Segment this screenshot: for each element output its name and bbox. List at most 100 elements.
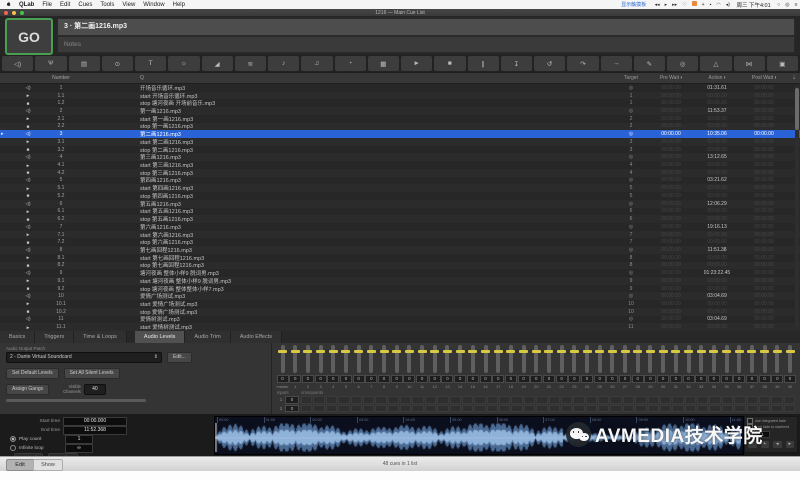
cue-row-5.1[interactable]: ►5.1start 第四画1216.mp3500:00.0000:00.0000… — [0, 184, 800, 192]
crosspoint-cell[interactable] — [610, 405, 621, 413]
fader-channel-13[interactable]: 013 — [442, 345, 453, 389]
cue-row-10.1[interactable]: ►10.1start 爱情广场测试.mp31000:00.0000:00.000… — [0, 300, 800, 308]
toolbar-fade-cue-button[interactable]: ◢ — [202, 56, 233, 71]
fader-channel-18[interactable]: 018 — [505, 345, 516, 389]
fader-handle[interactable] — [278, 350, 287, 353]
cue-row-9[interactable]: ◁)9塘河夜画 整体小样9 脱词男.mp3◎00:00.0001:23:22.4… — [0, 269, 800, 277]
fader-value[interactable]: 0 — [594, 375, 606, 383]
tab-audio-effects[interactable]: Audio Effects — [231, 331, 282, 343]
toolbar-target-cue-button[interactable]: ◎ — [667, 56, 698, 71]
menu-item-help[interactable]: Help — [169, 2, 189, 8]
fader-handle[interactable] — [392, 350, 401, 353]
toolbar-goto-cue-button[interactable]: → — [601, 56, 632, 71]
fader-channel-9[interactable]: 09 — [391, 345, 402, 389]
audio-patch-select[interactable]: 2 - Dante Virtual Soundcard ⇕ — [6, 352, 162, 363]
crosspoint-cell[interactable] — [635, 396, 646, 404]
menu-item-edit[interactable]: Edit — [56, 2, 74, 8]
toolbar-memo-cue-button[interactable]: ▣ — [767, 56, 798, 71]
fader-channel-11[interactable]: 011 — [417, 345, 428, 389]
infinite-loop-radio[interactable] — [10, 445, 16, 451]
crosspoint-cell[interactable] — [313, 405, 324, 413]
crosspoint-cell[interactable] — [598, 396, 609, 404]
toolbar-group-cue-button[interactable]: ▦ — [368, 56, 399, 71]
fader-handle[interactable] — [303, 350, 312, 353]
crosspoint-cell[interactable] — [771, 396, 782, 404]
tab-audio-levels[interactable]: Audio Levels — [135, 331, 186, 343]
fader-handle[interactable] — [430, 350, 439, 353]
toolbar-pause-cue-button[interactable]: ∥ — [468, 56, 499, 71]
fader-track[interactable] — [445, 345, 449, 373]
cue-row-9.1[interactable]: ►9.1start 塘河夜画 整体小样9 脱词男.mp3900:00.0000:… — [0, 277, 800, 285]
fader-track[interactable] — [306, 345, 310, 373]
crosspoint-cell[interactable] — [685, 405, 696, 413]
crosspoint-cell[interactable] — [301, 396, 312, 404]
header-post-wait[interactable]: Post Wait › — [740, 75, 788, 81]
crosspoint-cell[interactable] — [437, 396, 448, 404]
set-default-levels-button[interactable]: Set Default Levels — [6, 368, 59, 379]
crosspoint-cell[interactable] — [734, 405, 745, 413]
fader-channel-15[interactable]: 015 — [467, 345, 478, 389]
crosspoint-cell[interactable] — [623, 396, 634, 404]
fader-channel-14[interactable]: 014 — [455, 345, 466, 389]
crosspoint-cell[interactable] — [313, 396, 324, 404]
crosspoint-cell[interactable] — [635, 405, 646, 413]
fader-track[interactable] — [293, 345, 297, 373]
fader-channel-29[interactable]: 029 — [645, 345, 656, 389]
tab-triggers[interactable]: Triggers — [35, 331, 74, 343]
cue-row-3[interactable]: ▸◁)3第二画1216.mp3◎00:00.0010:35.0600:00.00 — [0, 130, 800, 138]
fader-value[interactable]: 0 — [644, 375, 656, 383]
crosspoint-cell[interactable] — [425, 405, 436, 413]
cue-list-scrollbar[interactable] — [795, 86, 799, 329]
tab-audio-trim[interactable]: Audio Trim — [185, 331, 230, 343]
fader-track[interactable] — [420, 345, 424, 373]
toolbar-audio-cue-button[interactable]: ◁) — [2, 56, 33, 71]
toolbar-network-cue-button[interactable]: ≋ — [235, 56, 266, 71]
fader-handle[interactable] — [621, 350, 630, 353]
crosspoint-cell[interactable] — [722, 396, 733, 404]
fader-channel-38[interactable]: 038 — [759, 345, 770, 389]
fader-track[interactable] — [712, 345, 716, 373]
fader-handle[interactable] — [659, 350, 668, 353]
input-level[interactable]: 0 — [285, 396, 299, 404]
crosspoint-cell[interactable] — [759, 405, 770, 413]
header-pre-wait[interactable]: Pre Wait › — [648, 75, 694, 81]
fader-value[interactable]: 0 — [733, 375, 745, 383]
crosspoint-cell[interactable] — [511, 396, 522, 404]
fader-value[interactable]: 0 — [556, 375, 568, 383]
crosspoint-cell[interactable] — [610, 396, 621, 404]
fader-track[interactable] — [458, 345, 462, 373]
volume-icon[interactable]: ◂) — [726, 2, 730, 8]
fader-channel-8[interactable]: 08 — [379, 345, 390, 389]
cue-row-6.2[interactable]: ■6.2stop 第五画1216.mp3600:00.0000:00.0000:… — [0, 215, 800, 223]
display-icon[interactable]: ▪ — [710, 2, 712, 8]
crosspoint-cell[interactable] — [672, 396, 683, 404]
crosspoint-cell[interactable] — [573, 405, 584, 413]
fader-track[interactable] — [484, 345, 488, 373]
crosspoint-cell[interactable] — [697, 396, 708, 404]
fader-channel-1[interactable]: 01 — [290, 345, 301, 389]
fader-value[interactable]: 0 — [416, 375, 428, 383]
crosspoint-cell[interactable] — [351, 396, 362, 404]
cue-row-4.2[interactable]: ■4.2stop 第三画1216.mp3400:00.0000:00.0000:… — [0, 169, 800, 177]
fader-channel-21[interactable]: 021 — [543, 345, 554, 389]
crosspoint-cell[interactable] — [709, 396, 720, 404]
fader-channel-5[interactable]: 05 — [340, 345, 351, 389]
fader-handle[interactable] — [722, 350, 731, 353]
crosspoint-cell[interactable] — [709, 405, 720, 413]
fader-value[interactable]: 0 — [277, 375, 289, 383]
fader-track[interactable] — [407, 345, 411, 373]
crosspoint-cell[interactable] — [388, 396, 399, 404]
fader-track[interactable] — [433, 345, 437, 373]
fader-track[interactable] — [775, 345, 779, 373]
fader-track[interactable] — [687, 345, 691, 373]
fader-handle[interactable] — [341, 350, 350, 353]
fader-handle[interactable] — [418, 350, 427, 353]
fader-value[interactable]: 0 — [771, 375, 783, 383]
cue-row-8.2[interactable]: ■8.2stop 第七画回程1216.mp3800:00.0000:00.000… — [0, 262, 800, 270]
fader-value[interactable]: 0 — [505, 375, 517, 383]
crosspoint-cell[interactable] — [437, 405, 448, 413]
cue-row-7[interactable]: ◁)7第六画1216.mp3◎00:00.0019:16.1300:00.00 — [0, 223, 800, 231]
toolbar-mic-cue-button[interactable]: Ψ — [35, 56, 66, 71]
fader-track[interactable] — [788, 345, 792, 373]
crosspoint-cell[interactable] — [648, 405, 659, 413]
